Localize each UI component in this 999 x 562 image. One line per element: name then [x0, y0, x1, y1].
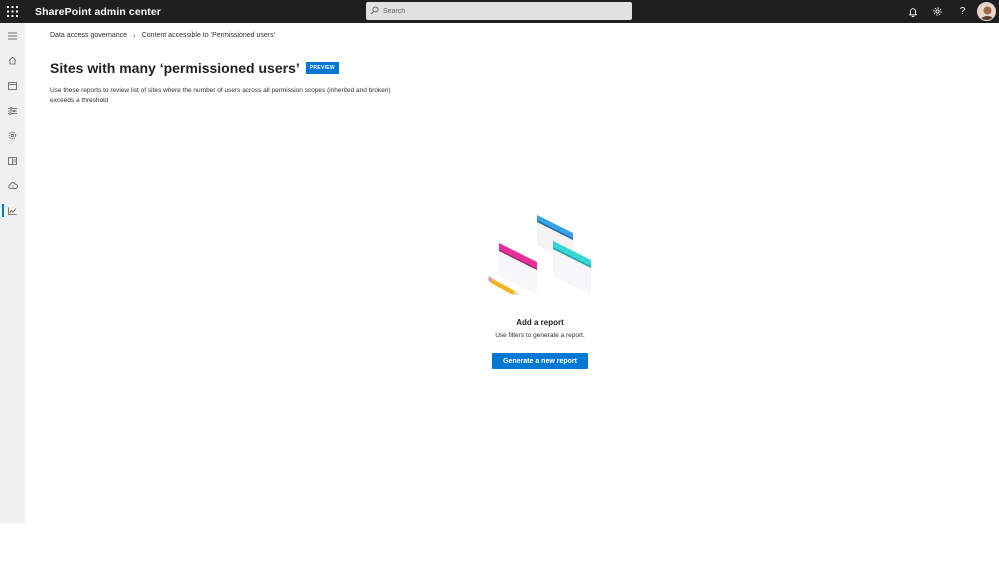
nav-footer-space	[0, 523, 25, 562]
empty-state: Add a report Use filters to generate a r…	[460, 213, 620, 369]
top-bar: SharePoint admin center ?	[0, 0, 999, 23]
page-description: Use these reports to review list of site…	[50, 87, 391, 104]
search-icon	[370, 2, 379, 20]
main-content: Data access governance › Content accessi…	[25, 23, 999, 562]
empty-state-title: Add a report	[516, 318, 564, 327]
help-icon[interactable]: ?	[950, 0, 975, 23]
gear-icon[interactable]	[925, 0, 950, 23]
hamburger-icon[interactable]	[0, 23, 25, 48]
generate-report-button[interactable]: Generate a new report	[492, 353, 588, 369]
settings-icon[interactable]	[0, 123, 25, 148]
sites-icon[interactable]	[0, 73, 25, 98]
side-navigation	[0, 23, 25, 523]
preview-badge: PREVIEW	[305, 62, 339, 74]
search-box[interactable]	[366, 2, 632, 20]
search-input[interactable]	[383, 7, 623, 15]
chevron-right-icon: ›	[133, 31, 136, 40]
reports-illustration	[488, 215, 591, 295]
content-services-icon[interactable]	[0, 148, 25, 173]
policies-icon[interactable]	[0, 98, 25, 123]
empty-state-subtitle: Use filters to generate a report.	[495, 332, 585, 339]
breadcrumb-item-data-access-governance[interactable]: Data access governance	[50, 32, 127, 39]
avatar[interactable]	[977, 2, 996, 21]
reports-icon[interactable]	[0, 198, 25, 223]
home-icon[interactable]	[0, 48, 25, 73]
waffle-icon[interactable]	[0, 0, 25, 23]
bell-icon[interactable]	[900, 0, 925, 23]
breadcrumb: Data access governance › Content accessi…	[50, 31, 275, 40]
app-title[interactable]: SharePoint admin center	[35, 6, 161, 18]
page-title: Sites with many ‘permissioned users’	[50, 60, 300, 76]
migration-icon[interactable]	[0, 173, 25, 198]
breadcrumb-item-current: Content accessible to ‘Permissioned user…	[141, 32, 276, 39]
